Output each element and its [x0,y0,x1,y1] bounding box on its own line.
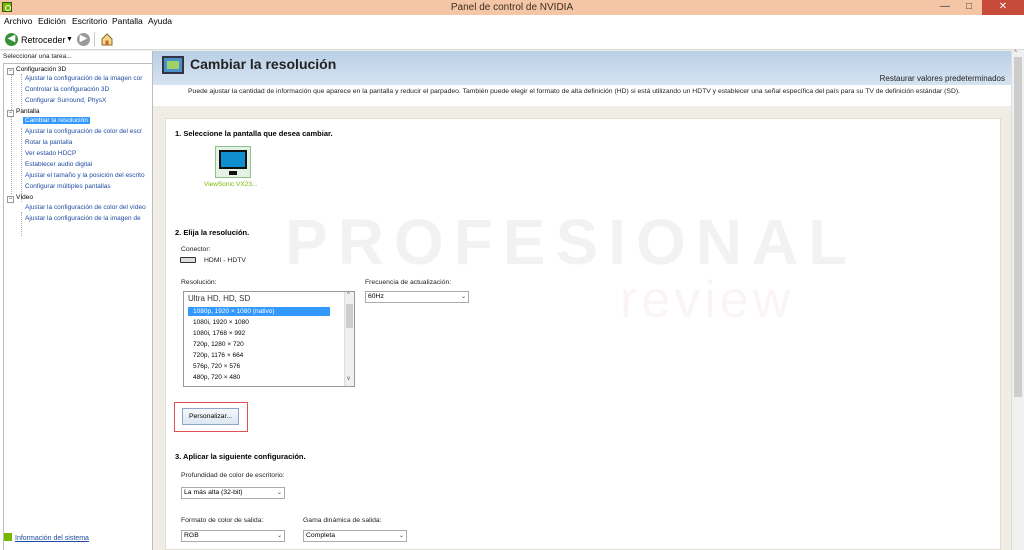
main-content: Cambiar la resolución Restaurar valores … [153,50,1024,550]
resolution-group-header: Ultra HD, HD, SD [188,294,251,303]
system-info-link[interactable]: Información del sistema [4,533,89,542]
refresh-rate-value: 60Hz [368,293,384,300]
menu-escritorio[interactable]: Escritorio [72,16,107,26]
toolbar: ◀ Retroceder ▼ ▶ [0,28,1024,50]
resolution-option[interactable]: 1080i, 1768 × 992 [188,329,330,338]
collapse-icon[interactable]: − [7,68,14,75]
resolution-option[interactable]: 1080i, 1920 × 1080 [188,318,330,327]
collapse-icon[interactable]: − [7,196,14,203]
collapse-icon[interactable]: − [7,110,14,117]
menu-archivo[interactable]: Archivo [4,16,32,26]
sidebar-item-image-settings[interactable]: Ajustar la configuración de la imagen co… [25,75,142,82]
chevron-down-icon: ⌄ [276,533,282,539]
settings-panel: 1. Seleccione la pantalla que desea camb… [165,118,1001,550]
page-header: Cambiar la resolución Restaurar valores … [153,51,1011,85]
sidebar-item-change-resolution[interactable]: Cambiar la resolución [23,117,90,124]
display-selector[interactable] [215,146,251,178]
window-title: Panel de control de NVIDIA [450,2,574,13]
system-info-icon [4,533,12,541]
scroll-up-icon[interactable]: ^ [1014,50,1017,56]
section-2-title: 2. Elija la resolución. [175,228,250,237]
connector-label: Conector: [181,246,211,253]
sidebar-item-3d-settings[interactable]: Controlar la configuración 3D [25,86,109,93]
home-icon[interactable] [100,32,114,46]
output-format-label: Formato de color de salida: [181,517,264,524]
scroll-down-icon[interactable]: v [347,376,350,382]
page-title: Cambiar la resolución [190,56,337,72]
main-vertical-scrollbar[interactable]: ^ [1011,50,1024,550]
task-header: Seleccionar una tarea... [3,53,72,60]
menu-pantalla[interactable]: Pantalla [112,16,143,26]
tree-group-pantalla[interactable]: − Pantalla [7,108,40,117]
sidebar-item-hdcp-status[interactable]: Ver estado HDCP [25,150,76,157]
maximize-button[interactable]: □ [958,0,980,15]
output-format-select[interactable]: RGB ⌄ [181,530,285,542]
back-button[interactable]: Retroceder [21,35,66,45]
resolution-label: Resolución: [181,279,217,286]
page-description: Puede ajustar la cantidad de información… [188,88,961,95]
resolution-option[interactable]: 720p, 1280 × 720 [188,340,330,349]
close-button[interactable]: ✕ [982,0,1024,15]
color-depth-label: Profundidad de color de escritorio: [181,472,285,479]
sidebar-item-video-color[interactable]: Ajustar la configuración de color del ví… [25,204,146,211]
section-1-title: 1. Seleccione la pantalla que desea camb… [175,129,333,138]
sidebar-item-digital-audio[interactable]: Establecer audio digital [25,161,92,168]
back-dropdown-icon[interactable]: ▼ [66,36,73,43]
menu-bar: Archivo Edición Escritorio Pantalla Ayud… [0,15,1024,28]
sidebar-item-desktop-size[interactable]: Ajustar el tamaño y la posición del escr… [25,172,145,179]
toolbar-separator [94,32,95,47]
output-format-value: RGB [184,532,199,539]
monitor-icon [219,150,247,169]
task-sidebar: Seleccionar una tarea... − Configuración … [0,51,153,550]
restore-defaults-link[interactable]: Restaurar valores predeterminados [880,74,1005,83]
scrollbar-thumb[interactable] [1014,57,1022,397]
resolution-option[interactable]: 720p, 1176 × 664 [188,351,330,360]
back-arrow-icon[interactable]: ◀ [5,33,18,46]
sidebar-item-multiple-displays[interactable]: Configurar múltiples pantallas [25,183,111,190]
color-depth-value: La más alta (32-bit) [184,489,243,496]
monitor-stand [229,171,237,175]
chevron-down-icon: ⌄ [460,294,466,300]
tree-group-3d[interactable]: − Configuración 3D [7,66,66,75]
connector-value: HDMI - HDTV [204,257,246,264]
hdmi-icon [180,257,196,263]
resolution-option[interactable]: 1080p, 1920 × 1080 (nativo) [188,307,330,316]
dynamic-range-label: Gama dinámica de salida: [303,517,382,524]
section-3-title: 3. Aplicar la siguiente configuración. [175,452,306,461]
menu-edicion[interactable]: Edición [38,16,66,26]
display-settings-icon [162,56,184,74]
resolution-scrollbar[interactable]: ^ v [344,292,354,386]
refresh-rate-label: Frecuencia de actualización: [365,279,452,286]
resolution-option[interactable]: 576p, 720 × 576 [188,362,330,371]
resolution-list[interactable]: Ultra HD, HD, SD 1080p, 1920 × 1080 (nat… [183,291,355,387]
sidebar-item-surround-physx[interactable]: Configurar Surround, PhysX [25,97,106,104]
menu-ayuda[interactable]: Ayuda [148,16,172,26]
tree-group-video[interactable]: − Vídeo [7,194,33,203]
title-bar: Panel de control de NVIDIA — □ ✕ [0,0,1024,15]
resolution-option[interactable]: 480p, 720 × 480 [188,373,330,382]
dynamic-range-select[interactable]: Completa ⌄ [303,530,407,542]
sidebar-item-rotate-display[interactable]: Rotar la pantalla [25,139,72,146]
task-tree: − Configuración 3D Ajustar la configuraci… [3,63,153,550]
customize-button[interactable]: Personalizar... [182,408,239,425]
chevron-down-icon: ⌄ [276,490,282,496]
minimize-button[interactable]: — [934,0,956,15]
color-depth-select[interactable]: La más alta (32-bit) ⌄ [181,487,285,499]
forward-arrow-icon[interactable]: ▶ [77,33,90,46]
display-name[interactable]: ViewSonic VX23... [204,181,257,188]
scrollbar-thumb[interactable] [346,304,353,328]
sidebar-item-video-image[interactable]: Ajustar la configuración de la imagen de [25,215,141,222]
refresh-rate-select[interactable]: 60Hz ⌄ [365,291,469,303]
sidebar-item-desktop-color[interactable]: Ajustar la configuración de color del es… [25,128,142,135]
scroll-up-icon[interactable]: ^ [347,292,350,298]
chevron-down-icon: ⌄ [398,533,404,539]
dynamic-range-value: Completa [306,532,336,539]
